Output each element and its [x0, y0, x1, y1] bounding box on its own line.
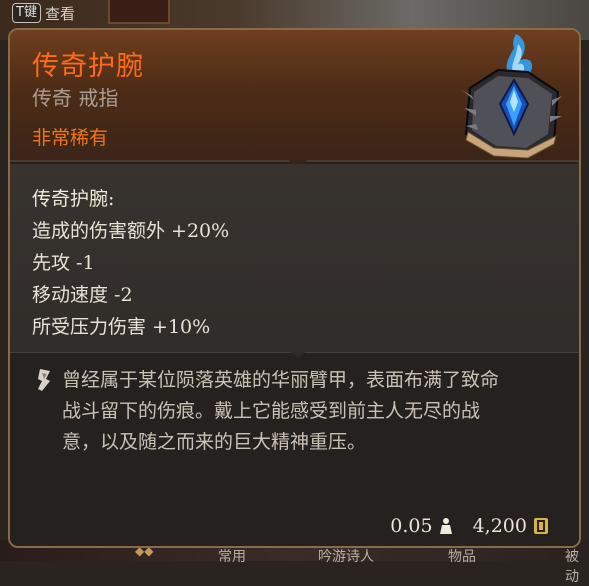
tab-bard[interactable]: 吟游诗人	[318, 546, 374, 566]
body-divider-notch	[288, 350, 308, 358]
tooltip-header: 传奇护腕 传奇 戒指 非常稀有	[10, 30, 579, 162]
tab-common[interactable]: 常用	[218, 546, 246, 566]
stats-title: 传奇护腕:	[32, 188, 115, 210]
tab-passive[interactable]: 被动	[565, 546, 589, 586]
inspect-label: 查看	[44, 4, 75, 23]
item-rarity: 非常稀有	[32, 127, 109, 149]
bracer-blue-gem-icon	[462, 34, 562, 159]
description-line: 战斗留下的伤痕。戴上它能感受到前主人无尽的战	[62, 400, 481, 422]
quill-icon	[38, 369, 50, 391]
tab-items[interactable]: 物品	[448, 546, 476, 566]
item-footer: 0.05 4,200	[390, 515, 549, 537]
item-price: 4,200	[472, 515, 527, 537]
stat-line: 先攻 -1	[32, 252, 95, 274]
weight-icon	[439, 518, 452, 534]
description-panel: 曾经属于某位陨落英雄的华丽臂甲，表面布满了致命 战斗留下的伤痕。戴上它能感受到前…	[10, 352, 579, 546]
item-name: 传奇护腕	[32, 51, 144, 82]
hotkey-badge: T键	[12, 3, 41, 23]
stats-panel: 传奇护腕: 造成的伤害额外 +20% 先攻 -1 移动速度 -2 所受压力伤害 …	[10, 164, 579, 352]
item-weight: 0.05	[390, 515, 433, 537]
item-description: 曾经属于某位陨落英雄的华丽臂甲，表面布满了致命 战斗留下的伤痕。戴上它能感受到前…	[62, 365, 562, 458]
inspect-hint: T键 查看	[12, 2, 75, 24]
stat-line: 移动速度 -2	[32, 284, 133, 306]
description-line: 曾经属于某位陨落英雄的华丽臂甲，表面布满了致命	[62, 369, 500, 391]
item-type: 传奇 戒指	[32, 86, 119, 110]
description-line: 意，以及随之而来的巨大精神重压。	[62, 431, 367, 453]
gold-icon	[534, 518, 548, 534]
hud-slot[interactable]	[108, 0, 170, 24]
item-tooltip: 传奇护腕 传奇 戒指 非常稀有 传奇护腕: 造成的伤害额外 +20% 先攻 -1…	[8, 28, 581, 548]
stat-line: 所受压力伤害 +10%	[32, 316, 211, 338]
stat-line: 造成的伤害额外 +20%	[32, 220, 230, 242]
